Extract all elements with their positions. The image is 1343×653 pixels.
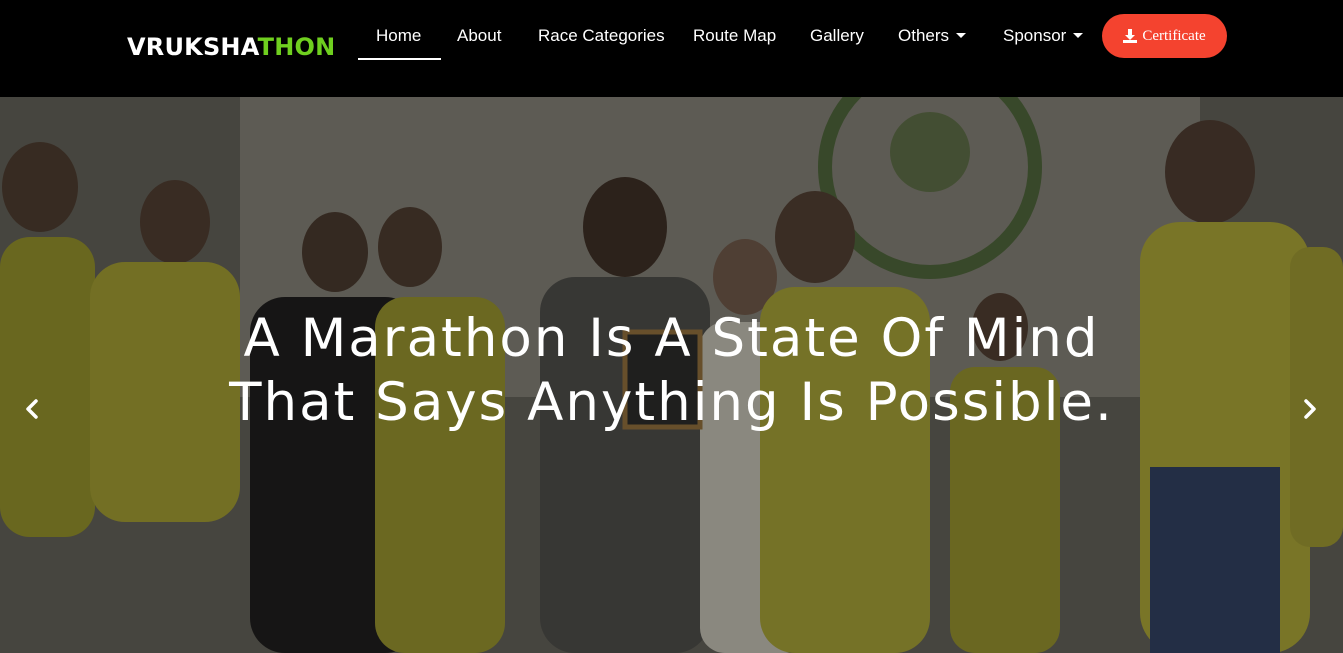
chevron-left-icon	[26, 399, 38, 419]
carousel-prev-button[interactable]	[22, 394, 42, 424]
carousel-next-button[interactable]	[1300, 394, 1320, 424]
brand-text-accent: THON	[257, 33, 336, 61]
download-icon	[1123, 29, 1138, 43]
nav-sponsor-label: Sponsor	[1003, 26, 1067, 45]
certificate-button[interactable]: Certificate	[1102, 14, 1227, 58]
nav-about[interactable]: About	[457, 24, 501, 60]
caret-down-icon	[1073, 33, 1084, 38]
brand-text-primary: VRUKSHA	[127, 33, 258, 61]
nav-others-label: Others	[898, 26, 950, 45]
nav-sponsor-dropdown[interactable]: Sponsor	[1003, 24, 1084, 60]
caret-down-icon	[956, 33, 967, 38]
nav-gallery[interactable]: Gallery	[810, 24, 864, 60]
chevron-right-icon	[1304, 399, 1316, 419]
top-navbar: VRUKSHATHON Home About Race Categories R…	[0, 0, 1343, 97]
hero-carousel: A Marathon Is A State Of Mind That Says …	[0, 97, 1343, 653]
nav-others-dropdown[interactable]: Others	[898, 24, 967, 60]
nav-home[interactable]: Home	[357, 24, 442, 60]
brand-logo[interactable]: VRUKSHATHON	[127, 32, 335, 62]
nav-route-map[interactable]: Route Map	[693, 24, 776, 60]
nav-race-categories[interactable]: Race Categories	[538, 24, 665, 60]
certificate-label: Certificate	[1142, 27, 1206, 44]
hero-caption: A Marathon Is A State Of Mind That Says …	[229, 308, 1114, 433]
